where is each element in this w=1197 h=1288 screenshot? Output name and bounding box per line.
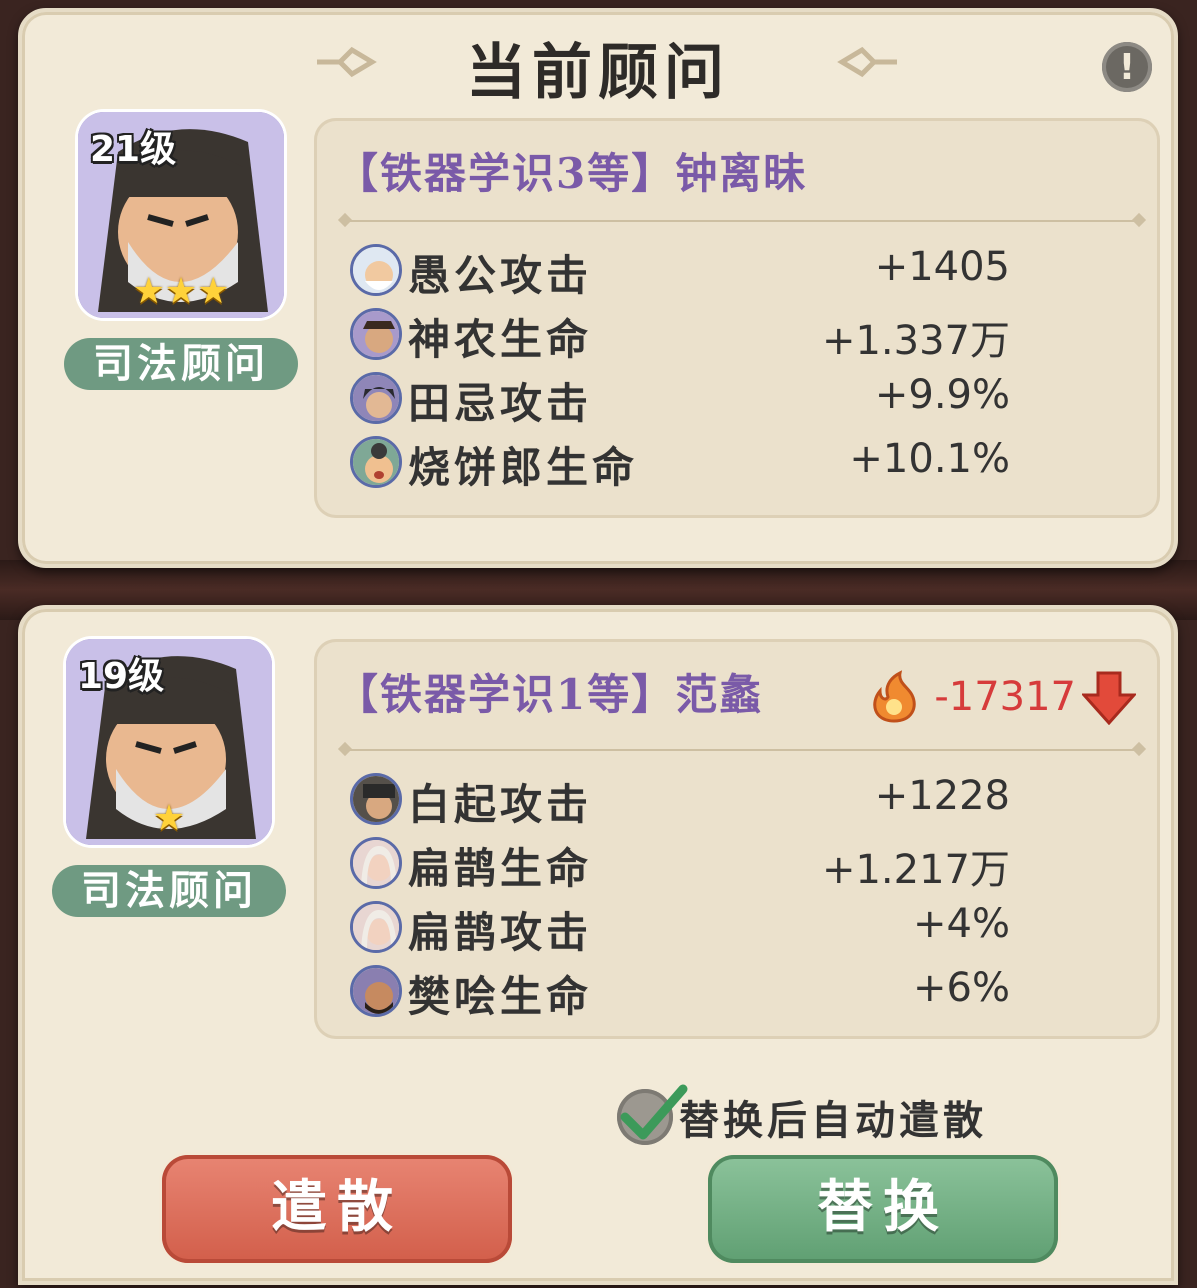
- checkmark-icon: [620, 1084, 688, 1140]
- divider: [344, 220, 1140, 222]
- stat-row: 白起攻击 +1228: [350, 769, 1010, 829]
- red-down-arrow-icon: [1082, 671, 1136, 725]
- power-change: -17317: [864, 667, 1136, 727]
- stat-name: 烧饼郎生命: [408, 443, 639, 492]
- divider: [344, 749, 1140, 751]
- auto-dismiss-label: 替换后自动遣散: [679, 1097, 987, 1144]
- dialog-title: 当前顾问: [466, 38, 730, 108]
- stat-name: 田忌攻击: [408, 379, 593, 428]
- stat-row: 愚公攻击 +1405: [350, 240, 1010, 300]
- flame-power-icon: [873, 670, 917, 723]
- stat-row: 扁鹊攻击 +4%: [350, 897, 1010, 957]
- shennong-avatar-icon: [350, 308, 402, 360]
- yugong-avatar-icon: [350, 244, 402, 296]
- stat-row: 田忌攻击 +9.9%: [350, 368, 1010, 428]
- level-label: 21级: [90, 129, 177, 170]
- stat-value: +10.1%: [849, 436, 1010, 482]
- advisor-name: 【铁器学识3等】钟离昧: [336, 149, 808, 198]
- current-advisor-portrait[interactable]: 21级 ★★★: [78, 112, 284, 318]
- current-advisor-panel: 当前顾问 ! 21级 ★★★ 司法顾问 【铁器学识3等】钟离昧 愚公攻击 +14…: [18, 8, 1178, 568]
- star-rating: ★★★: [132, 271, 230, 312]
- new-advisor-portrait[interactable]: 19级 ★: [66, 639, 272, 845]
- star-rating: ★: [152, 798, 186, 839]
- stat-value: +1228: [874, 773, 1010, 819]
- power-value: -17317: [934, 674, 1076, 720]
- checkbox-icon[interactable]: [617, 1084, 688, 1145]
- stat-name: 扁鹊生命: [408, 844, 593, 893]
- stat-name: 神农生命: [408, 315, 593, 364]
- stat-value: +9.9%: [874, 372, 1010, 418]
- stat-name: 白起攻击: [408, 780, 593, 829]
- stat-row: 神农生命 +1.337万: [350, 304, 1010, 364]
- stat-row: 樊哙生命 +6%: [350, 961, 1010, 1021]
- stat-value: +4%: [913, 901, 1010, 947]
- tianji-avatar-icon: [350, 372, 402, 424]
- shaobinglang-avatar-icon: [350, 436, 402, 488]
- stat-name: 樊哙生命: [408, 972, 593, 1021]
- role-badge: 司法顾问: [52, 865, 286, 917]
- auto-dismiss-checkbox[interactable]: 替换后自动遣散: [617, 1084, 987, 1147]
- baiqi-avatar-icon: [350, 773, 402, 825]
- dismiss-button[interactable]: 遣散: [162, 1155, 512, 1263]
- info-icon[interactable]: !: [1102, 42, 1152, 92]
- stat-row: 烧饼郎生命 +10.1%: [350, 432, 1010, 492]
- stat-value: +6%: [913, 965, 1010, 1011]
- fankuai-avatar-icon: [350, 965, 402, 1017]
- stat-row: 扁鹊生命 +1.217万: [350, 833, 1010, 893]
- role-badge: 司法顾问: [64, 338, 298, 390]
- new-advisor-panel: 19级 ★ 司法顾问 【铁器学识1等】范蠡 -17317 白起攻击 +1228: [18, 605, 1178, 1285]
- new-advisor-card: 【铁器学识1等】范蠡 -17317 白起攻击 +1228 扁鹊生命 +1.217…: [314, 639, 1160, 1039]
- replace-button[interactable]: 替换: [708, 1155, 1058, 1263]
- stat-value: +1.337万: [821, 318, 1010, 364]
- stat-name: 扁鹊攻击: [408, 908, 593, 957]
- stat-name: 愚公攻击: [408, 251, 593, 300]
- advisor-name: 【铁器学识1等】范蠡: [336, 670, 764, 719]
- stat-value: +1.217万: [821, 847, 1010, 893]
- stat-value: +1405: [874, 244, 1010, 290]
- level-label: 19级: [78, 656, 165, 697]
- bianque-avatar-icon: [350, 901, 402, 953]
- bianque-avatar-icon: [350, 837, 402, 889]
- current-advisor-card: 【铁器学识3等】钟离昧 愚公攻击 +1405 神农生命 +1.337万 田忌攻击…: [314, 118, 1160, 518]
